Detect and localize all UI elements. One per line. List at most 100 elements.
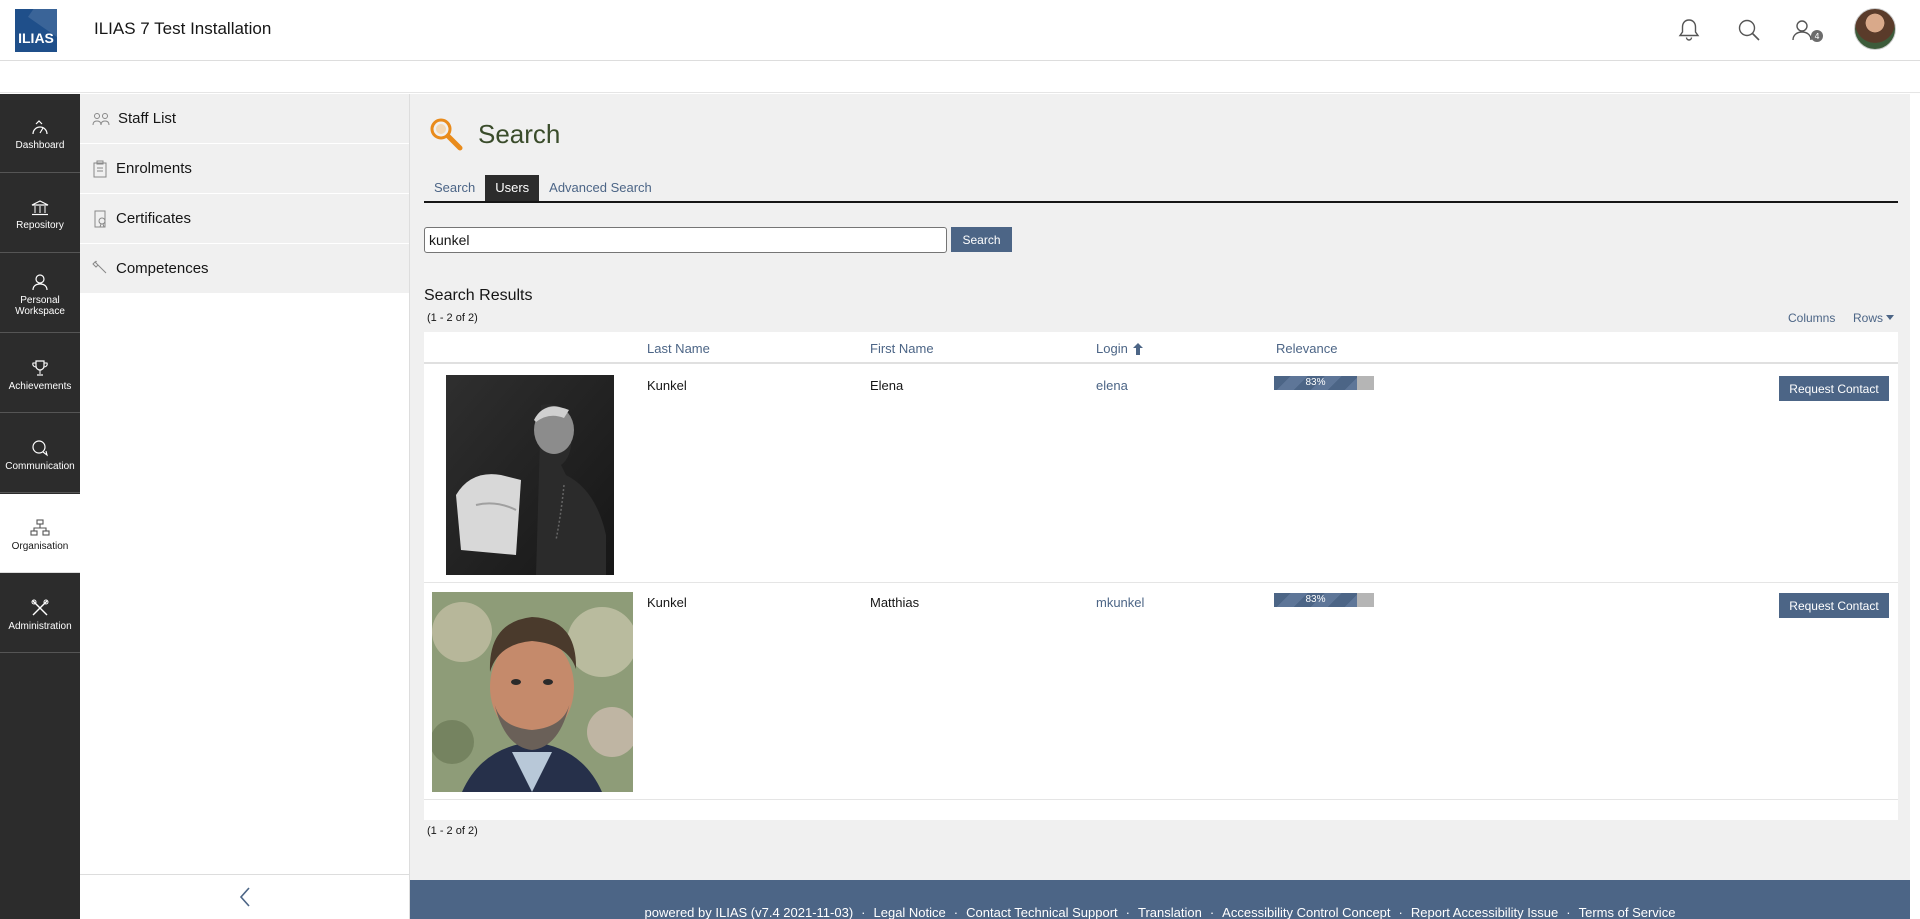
slate-item-enrolments[interactable]: Enrolments (80, 144, 409, 194)
slate-item-label: Enrolments (116, 160, 192, 177)
rows-dropdown[interactable]: Rows (1853, 311, 1895, 325)
slate-collapse-button[interactable] (80, 874, 410, 919)
contacts-icon[interactable]: 4 (1788, 14, 1823, 46)
staff-icon (92, 112, 110, 125)
mainbar-label: Administration (8, 620, 72, 632)
tab-advanced-search[interactable]: Advanced Search (539, 175, 662, 201)
page-header: Search (428, 116, 560, 152)
chat-icon (32, 439, 48, 456)
tools-icon (31, 599, 49, 615)
tab-bar: Search Users Advanced Search (424, 175, 1898, 203)
footer-powered-by: powered by ILIAS (v7.4 2021-11-03) (644, 904, 854, 919)
slate-panel: Staff List Enrolments Certificates Compe… (80, 94, 410, 919)
footer-separator: · (1398, 904, 1403, 919)
column-header-relevance[interactable]: Relevance (1276, 341, 1337, 356)
page-title: Search (478, 118, 561, 149)
mainbar-item-personal-workspace[interactable]: Personal Workspace (0, 254, 80, 333)
dashboard-icon (32, 119, 48, 134)
slate-item-competences[interactable]: Competences (80, 244, 409, 294)
footer-separator: · (1209, 904, 1215, 919)
search-input[interactable] (424, 227, 947, 253)
cell-last-name: Kunkel (647, 378, 687, 393)
user-photo-matthias (432, 592, 633, 792)
mainbar-item-achievements[interactable]: Achievements (0, 334, 80, 413)
columns-dropdown[interactable]: Columns (1788, 311, 1835, 325)
caret-down-icon (1886, 315, 1895, 320)
search-icon[interactable] (1733, 14, 1765, 46)
mainbar-label: Communication (5, 460, 75, 472)
footer-links: powered by ILIAS (v7.4 2021-11-03) · Legal… (645, 903, 1676, 919)
footer-link[interactable]: Report Accessibility Issue (1411, 905, 1558, 919)
footer-separator: · (953, 904, 959, 919)
clipboard-icon (93, 160, 107, 177)
footer-link[interactable]: Contact Technical Support (966, 905, 1118, 919)
mainbar-label: Achievements (8, 380, 72, 392)
footer-separator: · (1566, 904, 1571, 919)
table-row: Kunkel Matthias mkunkel 83% Request Cont… (424, 583, 1898, 800)
relevance-label: 83% (1305, 377, 1326, 388)
contacts-badge: 4 (1811, 30, 1823, 42)
footer-separator: · (1125, 904, 1130, 919)
cell-login-link[interactable]: elena (1096, 378, 1128, 393)
user-photo-elena (446, 375, 614, 575)
search-button[interactable]: Search (951, 227, 1012, 252)
slate-item-certificates[interactable]: Certificates (80, 194, 409, 244)
slate-item-label: Staff List (118, 110, 177, 127)
main-content: Search Search Users Advanced Search Sear… (410, 94, 1910, 880)
tab-search[interactable]: Search (424, 175, 485, 201)
footer: powered by ILIAS (v7.4 2021-11-03) · Legal… (410, 880, 1910, 919)
trophy-icon (32, 359, 48, 376)
column-header-login[interactable]: Login (1096, 341, 1144, 356)
results-title: Search Results (424, 287, 533, 304)
org-chart-icon (30, 518, 50, 536)
ilias-logo[interactable]: ILIAS (15, 9, 57, 52)
table-row: Kunkel Elena elena 83% Request Contact (424, 366, 1898, 583)
tab-users[interactable]: Users (485, 175, 540, 201)
avatar[interactable] (1854, 8, 1896, 50)
sort-ascending-icon (1132, 342, 1143, 355)
results-count-top: (1 - 2 of 2) (427, 312, 478, 324)
footer-link[interactable]: Translation (1138, 905, 1202, 919)
logo-text: ILIAS (18, 30, 54, 46)
mainbar-item-administration[interactable]: Administration (0, 574, 80, 653)
app-title[interactable]: ILIAS 7 Test Installation (94, 19, 271, 39)
mainbar-item-communication[interactable]: Communication (0, 414, 80, 493)
certificate-icon (94, 210, 106, 227)
cell-first-name: Matthias (870, 595, 920, 610)
mainbar-label: Dashboard (15, 139, 65, 151)
column-header-last-name[interactable]: Last Name (647, 341, 710, 356)
footer-link[interactable]: Accessibility Control Concept (1222, 905, 1390, 919)
results-table: Last Name First Name Login Relevance Kun… (424, 332, 1898, 820)
slate-item-label: Certificates (116, 210, 192, 227)
mainbar-label: Organisation (11, 540, 69, 552)
column-header-first-name[interactable]: First Name (870, 341, 934, 356)
cell-last-name: Kunkel (647, 595, 687, 610)
request-contact-button[interactable]: Request Contact (1779, 376, 1889, 401)
competence-icon (92, 260, 107, 273)
rows-label: Rows (1853, 311, 1884, 325)
mainbar-label: Repository (16, 219, 64, 231)
footer-link[interactable]: Terms of Service (1579, 905, 1676, 919)
column-header-login-label: Login (1096, 341, 1128, 356)
relevance-bar: 83% (1274, 376, 1374, 390)
magnifier-icon (430, 118, 463, 151)
mainbar: Dashboard Repository Personal Workspace … (0, 94, 80, 919)
results-count-bottom: (1 - 2 of 2) (427, 825, 478, 837)
mainbar-item-repository[interactable]: Repository (0, 174, 80, 253)
relevance-label: 83% (1305, 594, 1326, 605)
mainbar-label: Personal Workspace (15, 295, 65, 317)
request-contact-button[interactable]: Request Contact (1779, 593, 1889, 618)
person-icon (32, 274, 48, 291)
bell-icon[interactable] (1673, 14, 1705, 46)
header: ILIAS ILIAS 7 Test Installation 4 (0, 0, 1920, 61)
table-header: Last Name First Name Login Relevance (424, 332, 1898, 364)
slate-item-staff-list[interactable]: Staff List (80, 94, 409, 144)
footer-separator: · (861, 904, 866, 919)
mainbar-item-dashboard[interactable]: Dashboard (0, 94, 80, 173)
cell-first-name: Elena (870, 378, 904, 393)
sub-header-bar (0, 62, 1920, 93)
footer-link[interactable]: Legal Notice (874, 905, 946, 919)
repository-icon (31, 199, 49, 215)
cell-login-link[interactable]: mkunkel (1096, 595, 1144, 610)
mainbar-item-organisation[interactable]: Organisation (0, 494, 80, 573)
